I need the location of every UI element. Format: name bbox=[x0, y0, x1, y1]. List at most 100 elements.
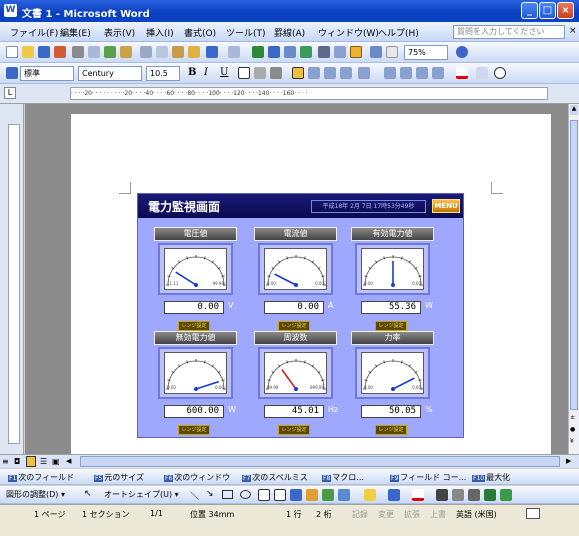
panel-menu-button[interactable]: MENU bbox=[432, 199, 460, 213]
format-painter-icon[interactable] bbox=[188, 46, 200, 58]
fkey-f10[interactable]: F10 最大化 bbox=[472, 472, 510, 483]
insert-table-icon[interactable] bbox=[284, 46, 296, 58]
permission-icon[interactable] bbox=[54, 46, 66, 58]
range-setting-button[interactable]: レンジ設定 bbox=[178, 425, 210, 435]
status-ovr[interactable]: 上書 bbox=[430, 509, 446, 520]
line-icon[interactable]: ＼ bbox=[190, 489, 199, 502]
tables-borders-icon[interactable] bbox=[268, 46, 280, 58]
fkey-f5[interactable]: F5 元のサイズ bbox=[94, 472, 144, 483]
menu-file[interactable]: ファイル(F) bbox=[10, 26, 58, 39]
help-icon[interactable] bbox=[456, 46, 468, 58]
underline-button[interactable]: U bbox=[220, 67, 228, 78]
vertical-scrollbar[interactable]: ▲ ± ● ¥ bbox=[568, 104, 579, 454]
line-spacing-icon[interactable] bbox=[358, 67, 370, 79]
prev-page-icon[interactable]: ± bbox=[570, 414, 575, 421]
fill-color-icon[interactable] bbox=[364, 489, 376, 501]
shadow-icon[interactable] bbox=[484, 489, 496, 501]
columns-icon[interactable] bbox=[318, 46, 330, 58]
research-icon[interactable] bbox=[120, 46, 132, 58]
align-right-icon[interactable] bbox=[324, 67, 336, 79]
style-select[interactable]: 標準 bbox=[20, 66, 74, 81]
status-trk[interactable]: 変更 bbox=[378, 509, 394, 520]
diagram-icon[interactable] bbox=[306, 489, 318, 501]
select-objects-icon[interactable]: ↖ bbox=[84, 489, 92, 499]
range-setting-button[interactable]: レンジ設定 bbox=[278, 321, 310, 331]
new-document-icon[interactable] bbox=[6, 46, 18, 58]
copy-icon[interactable] bbox=[156, 46, 168, 58]
close-button[interactable]: × bbox=[557, 2, 574, 19]
menu-view[interactable]: 表示(V) bbox=[104, 26, 135, 39]
wordart-icon[interactable] bbox=[290, 489, 302, 501]
minimize-button[interactable]: _ bbox=[521, 2, 538, 19]
font-color-icon[interactable] bbox=[456, 67, 468, 79]
status-rec[interactable]: 記録 bbox=[352, 509, 368, 520]
dash-style-icon[interactable] bbox=[452, 489, 464, 501]
align-left-icon[interactable] bbox=[292, 67, 304, 79]
hscroll-thumb[interactable] bbox=[80, 456, 560, 467]
document-map-icon[interactable] bbox=[350, 46, 362, 58]
undo-icon[interactable] bbox=[206, 46, 218, 58]
word-app-icon[interactable]: W bbox=[4, 4, 17, 17]
autoshape-menu[interactable]: オートシェイプ(U) ▾ bbox=[104, 489, 179, 500]
fkey-f8[interactable]: F8 マクロ... bbox=[322, 472, 364, 483]
numbering-icon[interactable] bbox=[384, 67, 396, 79]
print-icon[interactable] bbox=[72, 46, 84, 58]
print-layout-icon[interactable] bbox=[26, 456, 36, 467]
insert-excel-icon[interactable] bbox=[300, 46, 312, 58]
enclose-char-icon[interactable] bbox=[494, 67, 506, 79]
arrow-style-icon[interactable] bbox=[468, 489, 480, 501]
range-setting-button[interactable]: レンジ設定 bbox=[375, 321, 407, 331]
menu-help[interactable]: ヘルプ(H) bbox=[378, 26, 419, 39]
print-preview-icon[interactable] bbox=[88, 46, 100, 58]
line-color-icon[interactable] bbox=[388, 489, 400, 501]
open-folder-icon[interactable] bbox=[22, 46, 34, 58]
justify-icon[interactable] bbox=[340, 67, 352, 79]
web-view-icon[interactable]: ◘ bbox=[14, 457, 20, 466]
menu-window[interactable]: ウィンドウ(W) bbox=[318, 26, 379, 39]
menu-table[interactable]: 罫線(A) bbox=[274, 26, 305, 39]
horizontal-scrollbar[interactable]: ≡ ◘ ☰ ▣ ◀ ▶ bbox=[0, 454, 579, 468]
reading-view-icon[interactable]: ▣ bbox=[52, 457, 60, 466]
help-search-input[interactable]: 質問を入力してください bbox=[453, 25, 565, 39]
spelling-status-icon[interactable] bbox=[526, 508, 540, 519]
cut-icon[interactable] bbox=[140, 46, 152, 58]
menu-close-icon[interactable]: × bbox=[569, 26, 577, 36]
rectangle-icon[interactable] bbox=[222, 490, 233, 499]
browse-object-icon[interactable]: ● bbox=[570, 426, 575, 433]
fkey-f7[interactable]: F7 次のスペルミス bbox=[242, 472, 308, 483]
align-center-icon[interactable] bbox=[308, 67, 320, 79]
scroll-right-icon[interactable]: ▶ bbox=[566, 457, 571, 465]
bullets-icon[interactable] bbox=[400, 67, 412, 79]
zoom-select[interactable]: 75% bbox=[404, 45, 448, 60]
drawing-icon[interactable] bbox=[334, 46, 346, 58]
menu-edit[interactable]: 編集(E) bbox=[60, 26, 91, 39]
status-ext[interactable]: 拡張 bbox=[404, 509, 420, 520]
vertical-textbox-icon[interactable] bbox=[274, 489, 286, 501]
redo-icon[interactable] bbox=[228, 46, 240, 58]
picture-icon[interactable] bbox=[338, 489, 350, 501]
phonetic-guide-icon[interactable] bbox=[476, 67, 488, 79]
menu-format[interactable]: 書式(O) bbox=[184, 26, 216, 39]
char-shading-icon[interactable] bbox=[254, 67, 266, 79]
font-select[interactable]: Century bbox=[78, 66, 142, 81]
paragraph-mark-icon[interactable] bbox=[386, 46, 398, 58]
char-scale-icon[interactable] bbox=[270, 67, 282, 79]
font-size-select[interactable]: 10.5 bbox=[146, 66, 180, 81]
text-color-icon[interactable] bbox=[412, 489, 424, 501]
menu-tools[interactable]: ツール(T) bbox=[226, 26, 266, 39]
power-monitor-panel[interactable]: 電力監視画面 平成18年 2月 7日 17時53分49秒 MENU 電圧値 11… bbox=[137, 193, 464, 438]
bold-button[interactable]: B bbox=[188, 67, 196, 78]
next-page-icon[interactable]: ¥ bbox=[570, 438, 574, 445]
clipart-icon[interactable] bbox=[322, 489, 334, 501]
normal-view-icon[interactable]: ≡ bbox=[2, 457, 9, 466]
textbox-icon[interactable] bbox=[258, 489, 270, 501]
tab-selector-icon[interactable]: L bbox=[4, 87, 16, 99]
outline-view-icon[interactable]: ☰ bbox=[40, 457, 47, 466]
char-border-icon[interactable] bbox=[238, 67, 250, 79]
fkey-f1[interactable]: F1 次のフィールド bbox=[8, 472, 74, 483]
range-setting-button[interactable]: レンジ設定 bbox=[375, 425, 407, 435]
draw-menu[interactable]: 図形の調整(D) ▾ bbox=[6, 489, 65, 500]
line-style-icon[interactable] bbox=[436, 489, 448, 501]
fkey-f6[interactable]: F6 次のウィンドウ bbox=[164, 472, 230, 483]
vertical-ruler[interactable] bbox=[0, 104, 24, 454]
